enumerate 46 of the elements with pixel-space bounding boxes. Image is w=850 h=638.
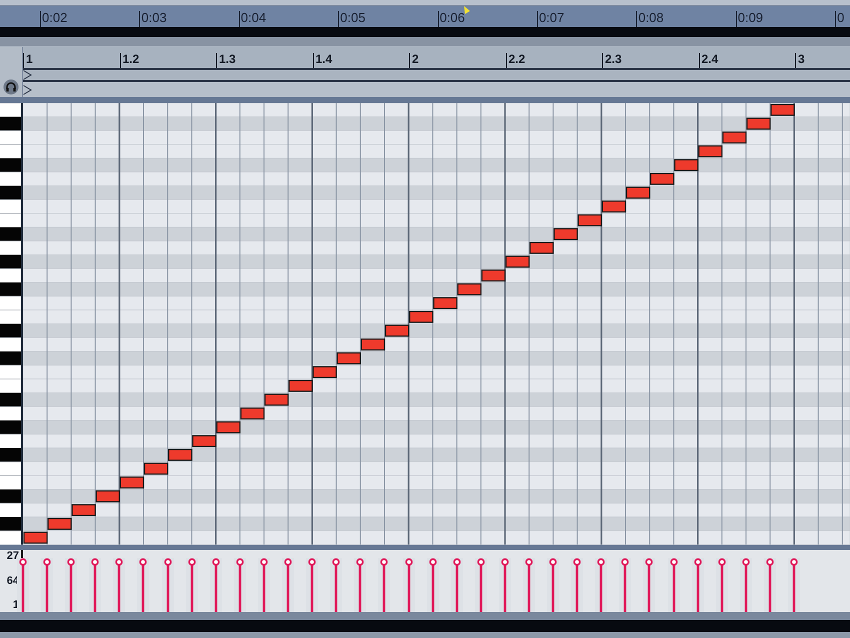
midi-note[interactable] — [336, 352, 361, 364]
velocity-scale-label: 27 — [6, 551, 19, 562]
playhead-icon[interactable] — [464, 6, 470, 14]
beat-label: 2.3 — [602, 53, 622, 68]
midi-note[interactable] — [288, 380, 313, 392]
midi-note[interactable] — [360, 338, 386, 350]
midi-note[interactable] — [72, 504, 96, 516]
midi-note[interactable] — [168, 448, 192, 461]
beat-label: 2.4 — [698, 53, 718, 68]
beat-label: 1.3 — [216, 53, 236, 68]
beat-label: 2.2 — [506, 53, 526, 68]
midi-note[interactable] — [48, 518, 72, 530]
midi-note[interactable] — [433, 297, 458, 310]
beat-label: 3 — [795, 53, 805, 68]
midi-note[interactable] — [650, 172, 674, 185]
midi-note[interactable] — [626, 186, 650, 199]
beat-label: 1 — [23, 53, 33, 68]
midi-note[interactable] — [578, 214, 602, 226]
midi-note[interactable] — [746, 118, 771, 130]
beat-label: 2 — [409, 53, 419, 68]
midi-note[interactable] — [216, 421, 240, 434]
beat-label: 1.4 — [312, 53, 332, 68]
beat-label: 1.2 — [120, 53, 140, 68]
midi-note[interactable] — [770, 104, 795, 116]
midi-note[interactable] — [674, 159, 698, 172]
midi-note[interactable] — [312, 366, 337, 378]
midi-note[interactable] — [481, 270, 506, 282]
midi-note[interactable] — [530, 242, 554, 254]
midi-note[interactable] — [722, 132, 747, 144]
headphones-icon[interactable] — [3, 79, 19, 95]
midi-note[interactable] — [384, 324, 410, 337]
midi-note[interactable] — [240, 408, 265, 420]
midi-note[interactable] — [192, 435, 216, 448]
time-ruler[interactable]: 0:02 0:03 0:04 0:05 0:06 0:07 0:08 0:09 0 — [0, 6, 850, 27]
midi-note[interactable] — [554, 228, 578, 240]
midi-note[interactable] — [96, 490, 120, 502]
midi-note[interactable] — [457, 283, 482, 296]
midi-note[interactable] — [409, 310, 434, 323]
midi-note[interactable] — [264, 394, 289, 406]
midi-note[interactable] — [698, 145, 722, 158]
midi-note[interactable] — [505, 256, 530, 268]
midi-note[interactable] — [120, 476, 144, 488]
beat-ruler[interactable]: 1 1.2 1.3 1.4 2 2.2 2.3 2.4 3 — [23, 47, 850, 70]
midi-note[interactable] — [144, 462, 168, 475]
midi-note[interactable] — [602, 200, 626, 212]
midi-note[interactable] — [23, 532, 48, 544]
